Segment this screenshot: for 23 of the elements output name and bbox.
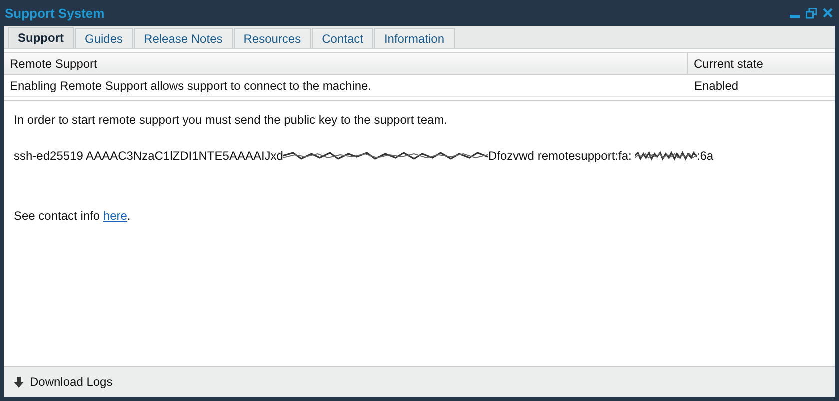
table-cell: Enabling Remote Support allows support to connect to the machine. [4,74,688,96]
tab[interactable]: Support [8,27,74,48]
download-logs-button[interactable]: Download Logs [12,373,115,391]
column-header: Current state [688,52,835,74]
column-header: Remote Support [4,52,688,74]
key-text: Dfozvwd remotesupport:fa: [488,149,632,163]
redaction-scribble [634,151,697,161]
tab[interactable]: Resources [234,28,312,48]
key-text: ssh-ed25519 AAAAC3NzaC1lZDI1NTE5AAAAIJxd [14,149,284,163]
window-title: Support System [5,6,105,20]
restore-icon[interactable] [806,8,817,18]
contact-link[interactable]: here [103,209,128,223]
key-text: :6a [696,149,714,163]
close-icon[interactable] [823,8,833,18]
tab[interactable]: Guides [75,28,134,48]
instruction-text: In order to start remote support you must send the public key to the support team. [14,113,449,127]
table-cell: Enabled [688,74,835,96]
download-icon [14,376,24,388]
tab[interactable]: Contact [312,28,374,48]
period-text: . [127,209,131,223]
tab[interactable]: Release Notes [134,28,233,48]
contact-text: See contact info [14,209,102,223]
tab[interactable]: Information [374,28,454,48]
